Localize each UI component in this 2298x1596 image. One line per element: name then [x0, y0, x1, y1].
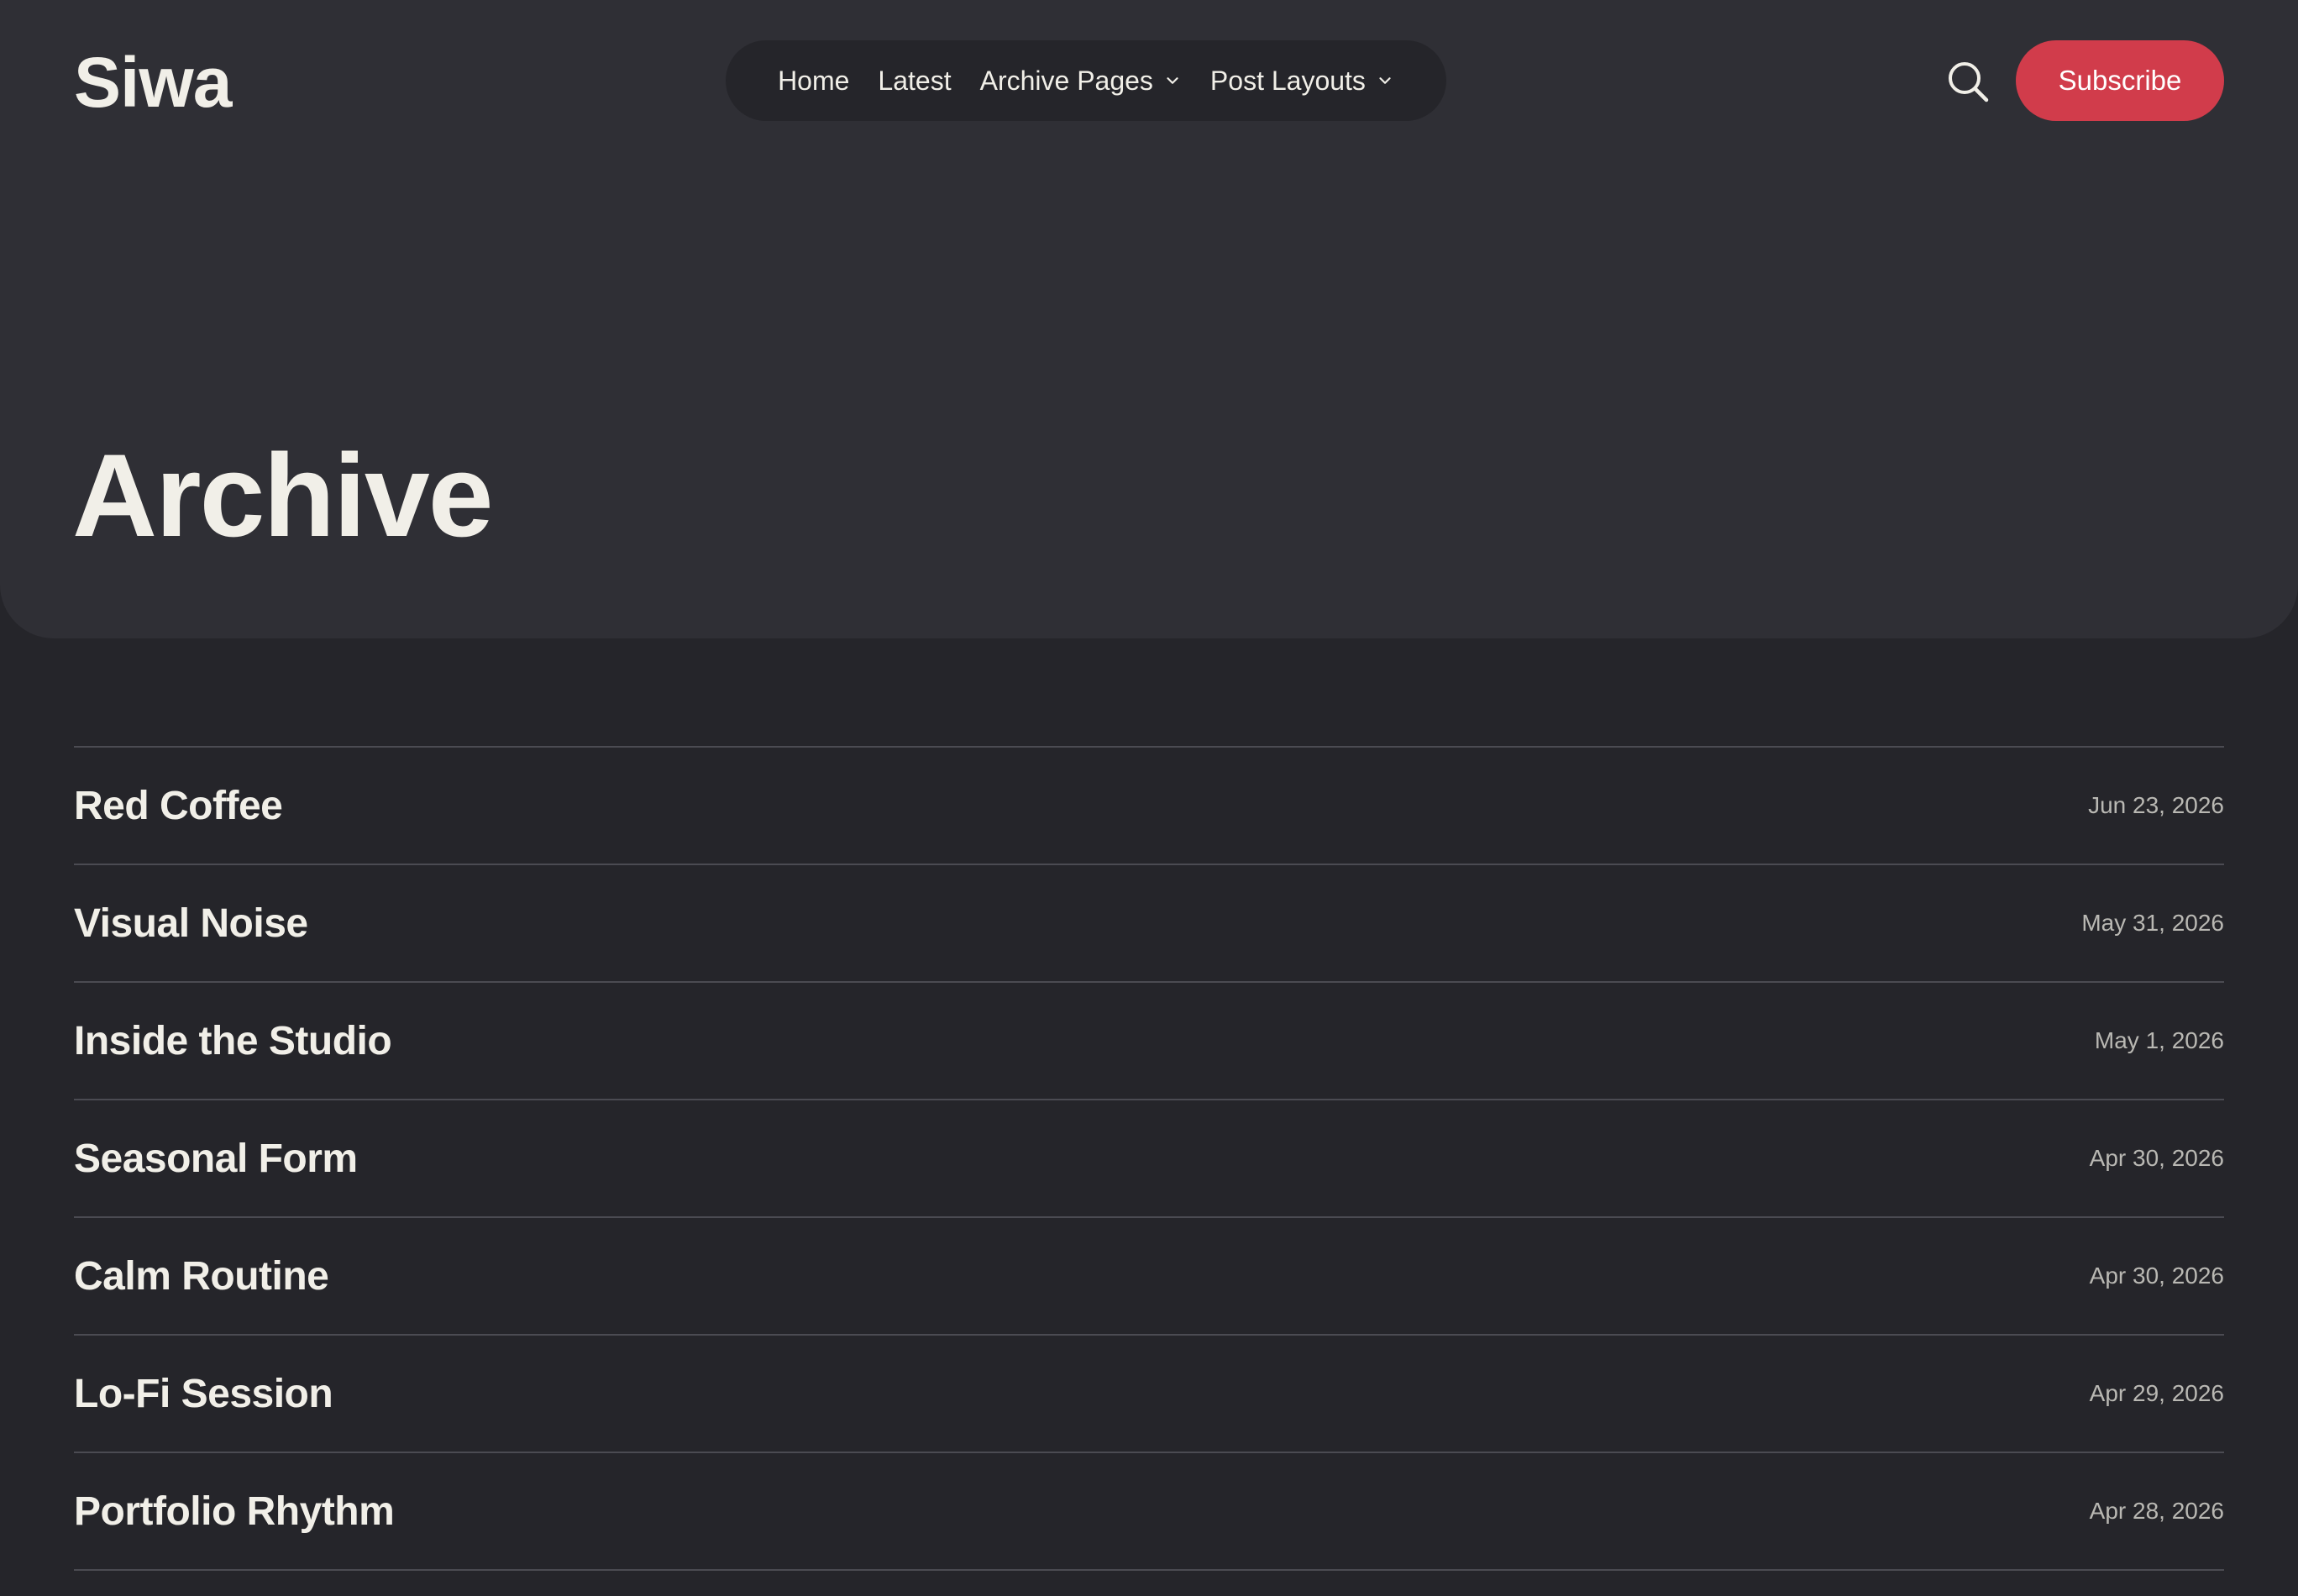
post-row-visual-noise[interactable]: Visual Noise May 31, 2026 — [74, 865, 2224, 983]
post-list: Red Coffee Jun 23, 2026 Visual Noise May… — [74, 746, 2224, 1571]
nav-item-label: Latest — [878, 65, 952, 96]
nav-item-home[interactable]: Home — [778, 66, 849, 97]
chevron-down-icon — [1379, 77, 1391, 84]
page-title: Archive — [72, 429, 494, 561]
post-row-red-coffee[interactable]: Red Coffee Jun 23, 2026 — [74, 748, 2224, 865]
post-row-inside-the-studio[interactable]: Inside the Studio May 1, 2026 — [74, 983, 2224, 1100]
post-title[interactable]: Red Coffee — [74, 783, 283, 829]
post-date: May 31, 2026 — [2081, 910, 2224, 936]
post-title[interactable]: Calm Routine — [74, 1253, 329, 1299]
post-title[interactable]: Inside the Studio — [74, 1018, 392, 1064]
post-title[interactable]: Visual Noise — [74, 900, 308, 947]
nav-item-label: Post Layouts — [1209, 65, 1366, 96]
nav-item-archive-pages[interactable]: Archive Pages — [980, 66, 1182, 97]
post-date: Apr 28, 2026 — [2089, 1498, 2224, 1524]
post-row-lo-fi-session[interactable]: Lo-Fi Session Apr 29, 2026 — [74, 1336, 2224, 1453]
nav-item-post-layouts[interactable]: Post Layouts — [1210, 66, 1394, 97]
post-date: Jun 23, 2026 — [2088, 792, 2224, 818]
post-title[interactable]: Lo-Fi Session — [74, 1371, 333, 1417]
site-logo[interactable]: Siwa — [74, 40, 232, 124]
post-date: Apr 30, 2026 — [2089, 1145, 2224, 1171]
chevron-down-icon — [1167, 77, 1178, 84]
nav-item-label: Archive Pages — [979, 65, 1153, 96]
subscribe-button[interactable]: Subscribe — [2016, 40, 2224, 121]
post-row-calm-routine[interactable]: Calm Routine Apr 30, 2026 — [74, 1218, 2224, 1336]
post-row-seasonal-form[interactable]: Seasonal Form Apr 30, 2026 — [74, 1100, 2224, 1218]
post-row-portfolio-rhythm[interactable]: Portfolio Rhythm Apr 28, 2026 — [74, 1453, 2224, 1571]
post-title[interactable]: Portfolio Rhythm — [74, 1488, 395, 1535]
post-title[interactable]: Seasonal Form — [74, 1136, 358, 1182]
nav-item-label: Home — [778, 65, 850, 96]
post-date: Apr 29, 2026 — [2089, 1380, 2224, 1406]
nav-item-latest[interactable]: Latest — [878, 66, 951, 97]
post-date: Apr 30, 2026 — [2089, 1263, 2224, 1289]
search-icon[interactable] — [1945, 59, 1991, 104]
main-nav: Home Latest Archive Pages Post Layouts — [726, 40, 1446, 121]
post-date: May 1, 2026 — [2094, 1027, 2224, 1053]
